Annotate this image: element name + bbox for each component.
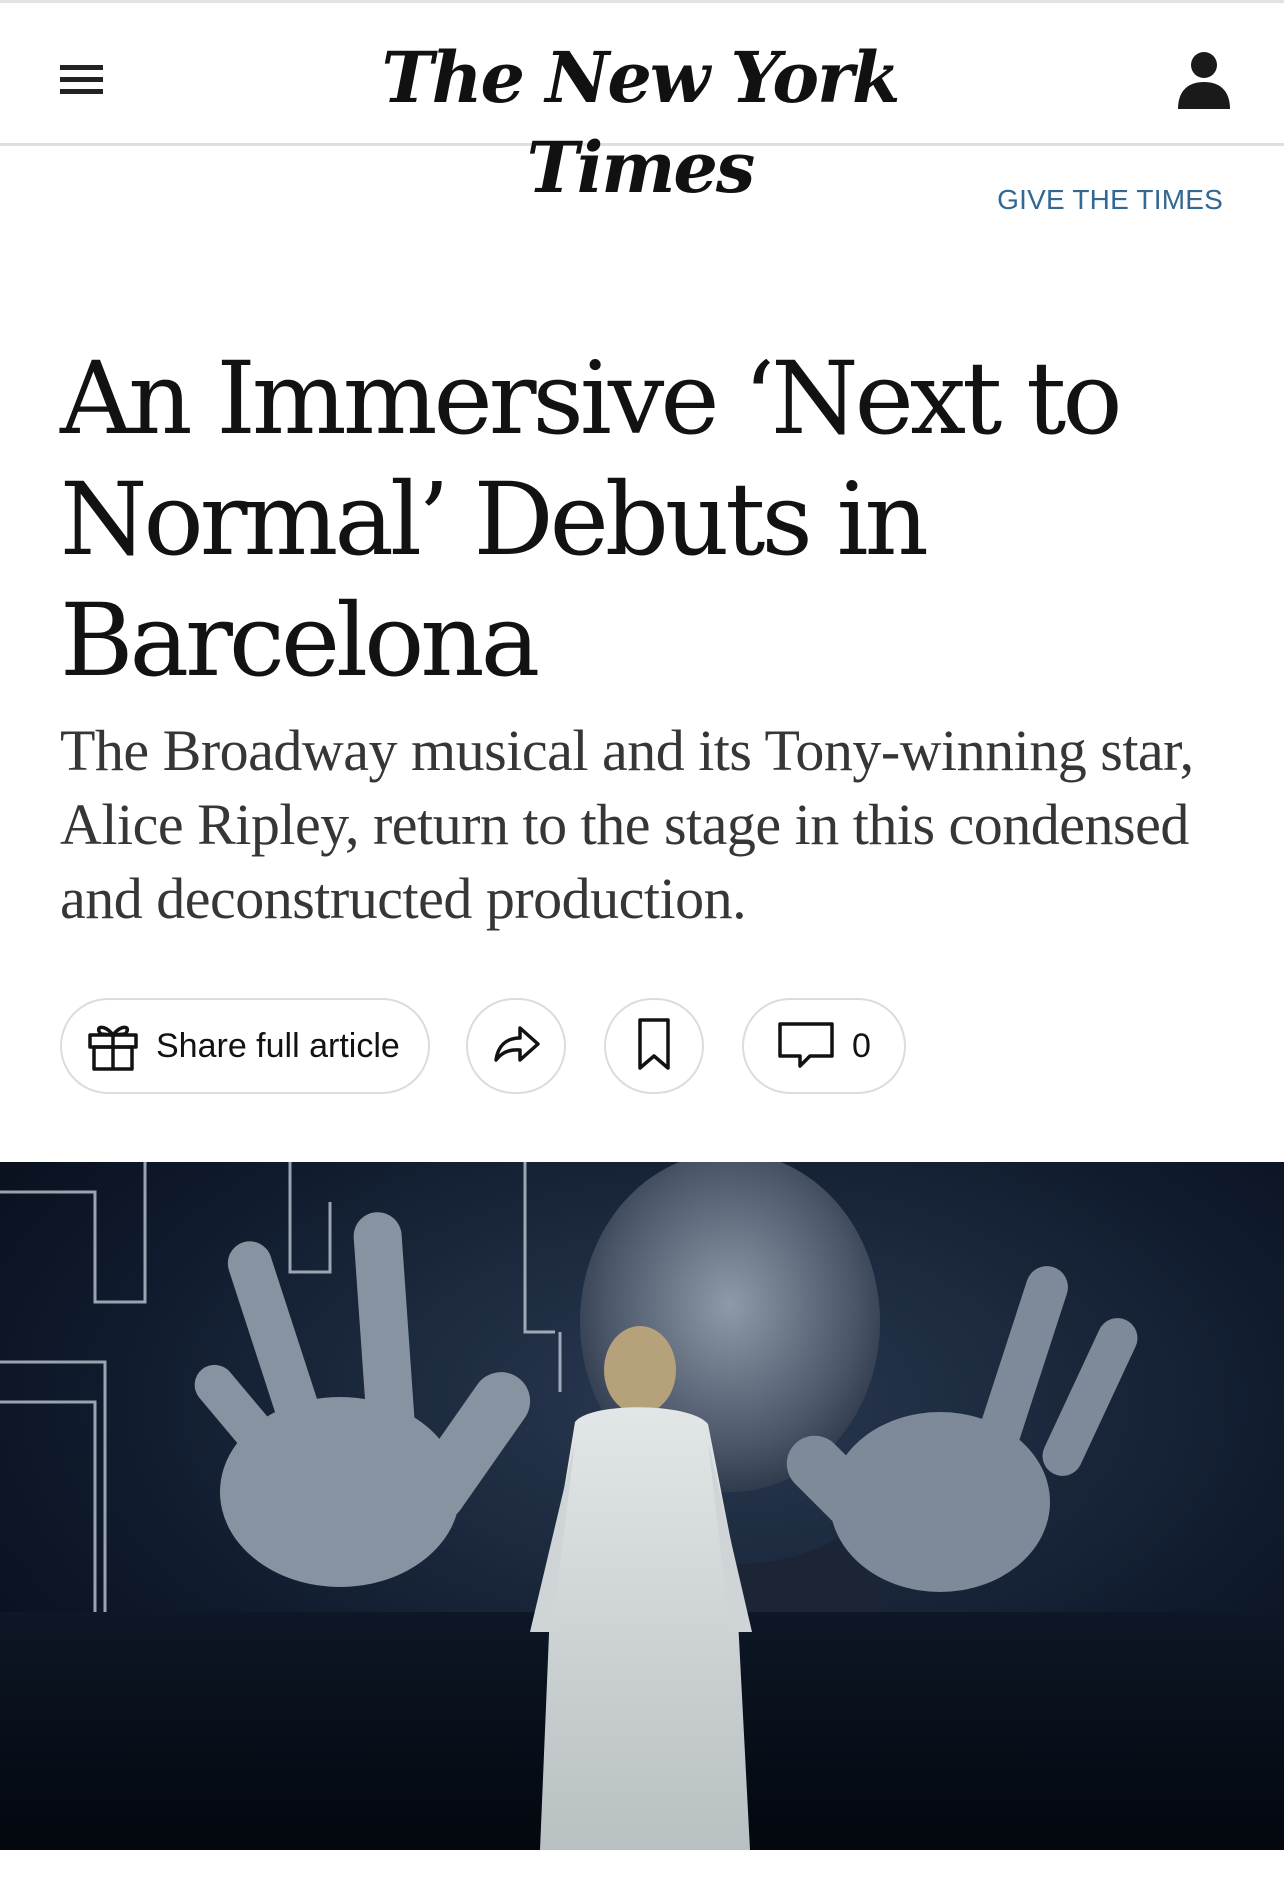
article-headline: An Immersive ‘Next to Normal’ Debuts in … — [60, 340, 1123, 699]
share-full-article-label: Share full article — [156, 1026, 400, 1065]
article-lead-photo — [0, 1162, 1284, 1850]
give-the-times-link[interactable]: GIVE THE TIMES — [997, 184, 1223, 216]
comment-bubble-icon — [776, 1016, 836, 1077]
comments-button[interactable]: 0 — [742, 998, 906, 1094]
site-header: The New York Times — [0, 0, 1284, 209]
share-arrow-icon — [488, 1016, 544, 1077]
comment-count: 0 — [852, 1026, 871, 1065]
bookmark-icon — [632, 1016, 676, 1077]
menu-bar — [60, 88, 103, 94]
nyt-masthead-logo[interactable]: The New York Times — [290, 33, 990, 209]
share-button[interactable] — [466, 998, 566, 1094]
user-account-icon[interactable] — [1172, 47, 1236, 111]
stage-photo-illustration — [0, 1162, 1284, 1850]
article-summary: The Broadway musical and its Tony-winnin… — [60, 718, 1194, 931]
hamburger-menu-icon[interactable] — [52, 51, 108, 107]
share-full-article-button[interactable]: Share full article — [60, 998, 430, 1094]
save-bookmark-button[interactable] — [604, 998, 704, 1094]
menu-bar — [60, 64, 103, 70]
gift-icon — [84, 1015, 142, 1078]
menu-bar — [60, 76, 103, 82]
